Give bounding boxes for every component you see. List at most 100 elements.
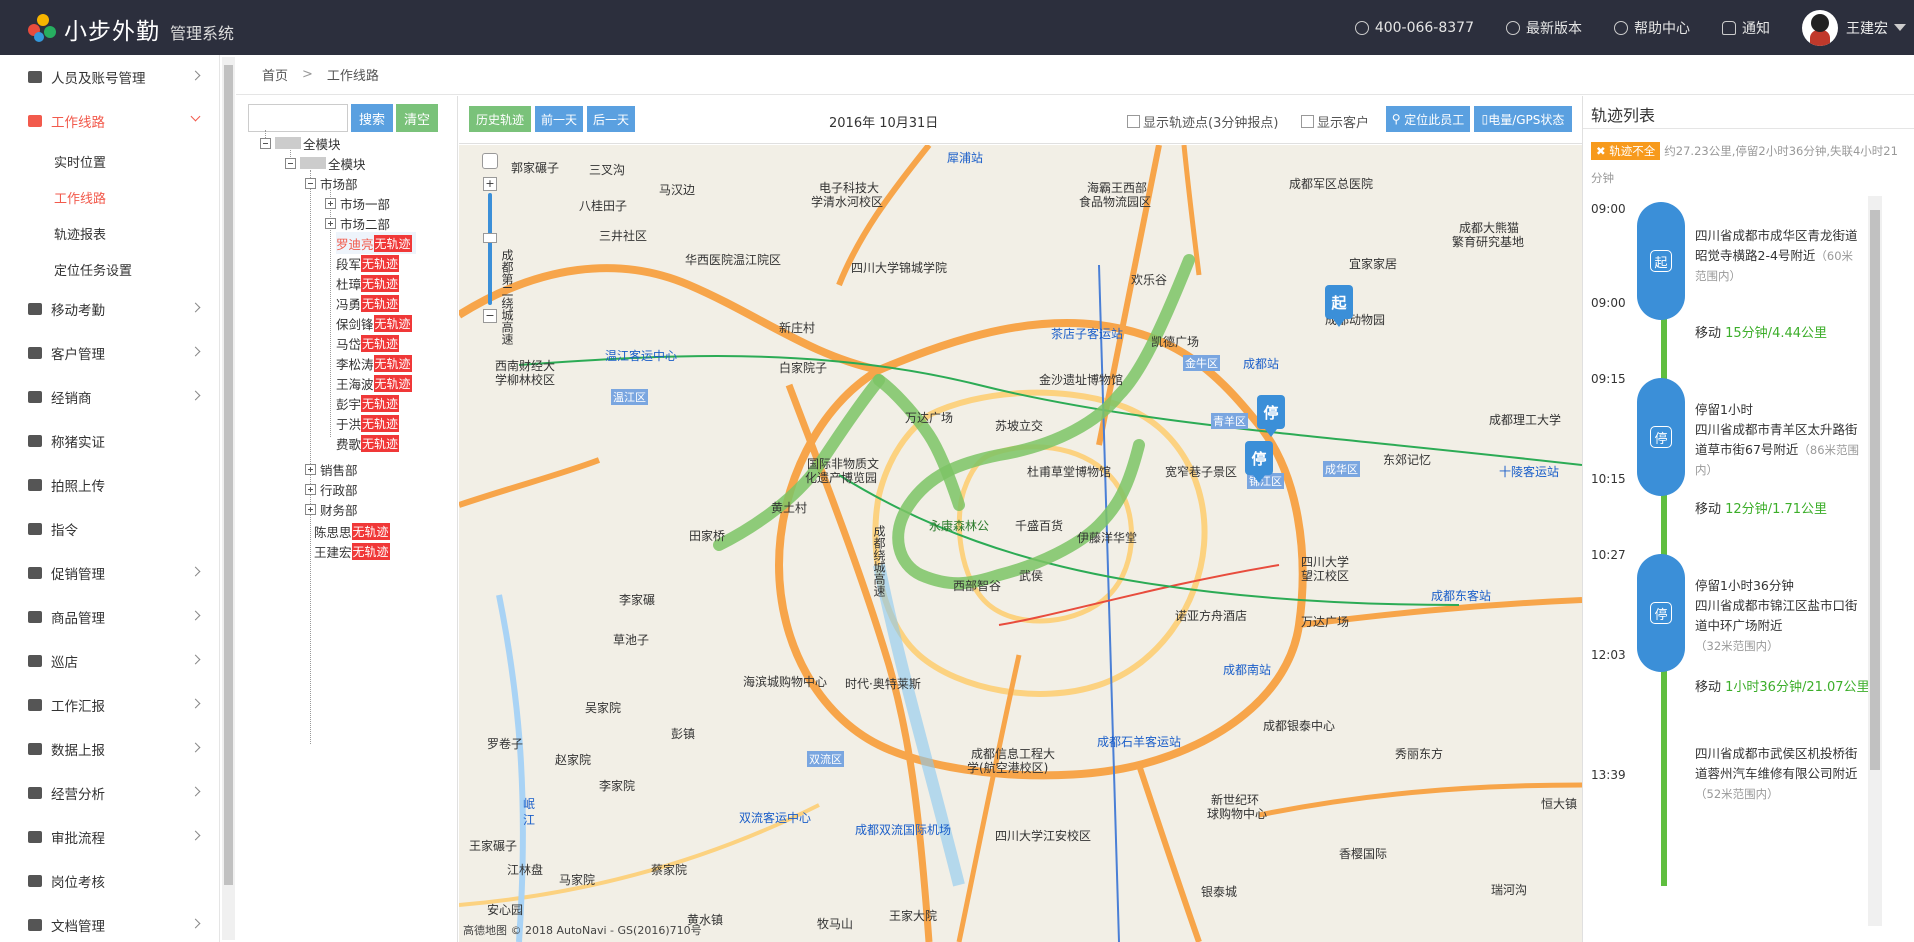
zoom-handle[interactable] [483,233,497,243]
sidebar-item-assessment[interactable]: 岗位考核 [0,859,219,903]
sidebar-item-docs[interactable]: 文档管理 [0,903,219,942]
search-button[interactable]: 搜索 [351,104,393,132]
tree-search-input[interactable] [248,104,348,132]
checkbox-icon[interactable] [1127,115,1140,128]
submenu-track-report[interactable]: 轨迹报表 [0,215,219,251]
tree-node-market-dept[interactable]: 市场部 [305,172,358,194]
avatar[interactable] [1802,9,1838,46]
track-stop-node[interactable]: 停 [1637,554,1685,672]
track-list-scrollbar[interactable] [1868,196,1882,926]
collapse-icon[interactable] [305,177,316,189]
stop-marker[interactable]: 停 [1245,441,1273,483]
tree-person[interactable]: 保剑锋 无轨迹 [336,312,412,334]
tree-person[interactable]: 李松涛 无轨迹 [336,352,412,374]
locate-me-icon[interactable] [482,153,498,169]
sidebar-item-approval[interactable]: 审批流程 [0,815,219,859]
tree-person[interactable]: 费歌 无轨迹 [336,432,400,454]
chevron-down-icon[interactable] [1894,24,1906,31]
expand-icon[interactable] [305,483,316,495]
track-entry[interactable]: 停留1小时36分钟 四川省成都市锦江区盐市口街道中环广场附近 （32米范围内） [1695,576,1861,656]
expand-icon[interactable] [325,217,336,229]
map-label: 诺亚方舟酒店 [1175,609,1248,623]
tree-node-market1[interactable]: 市场一部 [325,192,390,214]
sidebar-item-attendance[interactable]: 移动考勤 [0,287,219,331]
tree-person[interactable]: 于洪 无轨迹 [336,412,400,434]
tree-person[interactable]: 罗迪亮 无轨迹 [336,232,416,254]
map-label: 四川大学江安校区 [995,829,1092,843]
map-canvas[interactable]: + − 郭家碾子 三叉沟 马汉边 八桂田子 三井社区 电子科技大 学清水河校区 … [459,145,1582,942]
show-customers-checkbox[interactable]: 显示客户 [1301,112,1369,131]
entry-address: 四川省成都市武侯区机投桥街道蓉州汽车维修有限公司附近 [1695,746,1858,781]
expand-icon[interactable] [305,503,316,515]
track-list-title: 轨迹列表 [1591,106,1656,125]
sidebar-item-promo[interactable]: 促销管理 [0,551,219,595]
tree-node-root[interactable]: 全模块 [260,132,341,154]
scrollbar-thumb[interactable] [224,65,233,885]
tree-node-level1[interactable]: 全模块 [285,152,366,174]
tree-person[interactable]: 杜璋 无轨迹 [336,272,400,294]
expand-icon[interactable] [305,463,316,475]
sidebar-item-scale[interactable]: 称猪实证 [0,419,219,463]
sidebar-item-command[interactable]: 指令 [0,507,219,551]
sidebar-item-store-visit[interactable]: 巡店 [0,639,219,683]
zoom-out-icon[interactable]: − [483,309,497,323]
checkbox-icon[interactable] [1301,115,1314,128]
collapse-icon[interactable] [260,137,271,149]
tree-node-market2[interactable]: 市场二部 [325,212,390,234]
tree-node-admin-dept[interactable]: 行政部 [305,478,358,500]
tree-person[interactable]: 冯勇 无轨迹 [336,292,400,314]
start-marker[interactable]: 起 [1325,285,1353,327]
zoom-control[interactable]: + − [482,153,500,353]
clear-button[interactable]: 清空 [396,104,438,132]
latest-version-link[interactable]: 最新版本 [1506,18,1582,38]
battery-gps-button[interactable]: ▯ 电量/GPS状态 [1474,106,1572,132]
chevron-right-icon [190,302,201,313]
sidebar-item-work-report[interactable]: 工作汇报 [0,683,219,727]
sidebar-item-staff[interactable]: 人员及账号管理 [0,55,219,99]
sidebar-item-customers[interactable]: 客户管理 [0,331,219,375]
sidebar-item-photo[interactable]: 拍照上传 [0,463,219,507]
sidebar-item-dealer[interactable]: 经销商 [0,375,219,419]
submenu-realtime-location[interactable]: 实时位置 [0,143,219,179]
user-name[interactable]: 王建宏 [1846,18,1888,38]
tree-person[interactable]: 陈思思 无轨迹 [314,520,390,542]
scrollbar-thumb[interactable] [1870,210,1880,770]
sidebar-item-analysis[interactable]: 经营分析 [0,771,219,815]
phone-link[interactable]: 400-066-8377 [1354,20,1474,36]
next-day-button[interactable]: 后一天 [587,106,635,132]
track-entry[interactable]: 四川省成都市武侯区机投桥街道蓉州汽车维修有限公司附近 （52米范围内） [1695,744,1861,804]
map-label: 双流区 [807,751,844,767]
prev-day-button[interactable]: 前一天 [535,106,583,132]
sidebar-scrollbar[interactable] [222,57,235,940]
tree-person[interactable]: 马岱 无轨迹 [336,332,400,354]
pin-icon: ⚲ [1391,112,1405,126]
app-logo[interactable]: 小步外勤 管理系统 [28,12,234,46]
tree-person[interactable]: 王海波 无轨迹 [336,372,412,394]
zoom-slider[interactable] [488,193,492,305]
stop-marker[interactable]: 停 [1257,395,1285,437]
expand-icon[interactable] [325,197,336,209]
tree-person[interactable]: 王建宏 无轨迹 [314,540,390,562]
tree-person[interactable]: 彭宇 无轨迹 [336,392,400,414]
collapse-icon[interactable] [285,157,296,169]
submenu-location-task[interactable]: 定位任务设置 [0,251,219,287]
user-icon [28,347,42,359]
track-start-node[interactable]: 起 [1637,202,1685,320]
notify-link[interactable]: 通知 [1722,18,1770,38]
show-points-checkbox[interactable]: 显示轨迹点(3分钟报点) [1127,112,1278,131]
tree-node-finance-dept[interactable]: 财务部 [305,498,358,520]
help-center-link[interactable]: 帮助中心 [1614,18,1690,38]
sidebar-item-goods[interactable]: 商品管理 [0,595,219,639]
locate-staff-button[interactable]: ⚲ 定位此员工 [1386,106,1470,132]
breadcrumb-home[interactable]: 首页 [262,65,288,84]
history-track-button[interactable]: 历史轨迹 [469,106,531,132]
track-stop-node[interactable]: 停 [1637,378,1685,496]
zoom-in-icon[interactable]: + [483,177,497,191]
tree-person[interactable]: 段军 无轨迹 [336,252,400,274]
tree-node-sales-dept[interactable]: 销售部 [305,458,358,480]
track-entry[interactable]: 四川省成都市成华区青龙街道昭觉寺横路2-4号附近（60米范围内） [1695,226,1861,286]
sidebar-item-data-upload[interactable]: 数据上报 [0,727,219,771]
track-entry[interactable]: 停留1小时 四川省成都市青羊区太升路街道草市街67号附近（86米范围内） [1695,400,1861,480]
sidebar-item-work-route[interactable]: 工作线路 [0,99,219,143]
submenu-work-route[interactable]: 工作线路 [0,179,219,215]
